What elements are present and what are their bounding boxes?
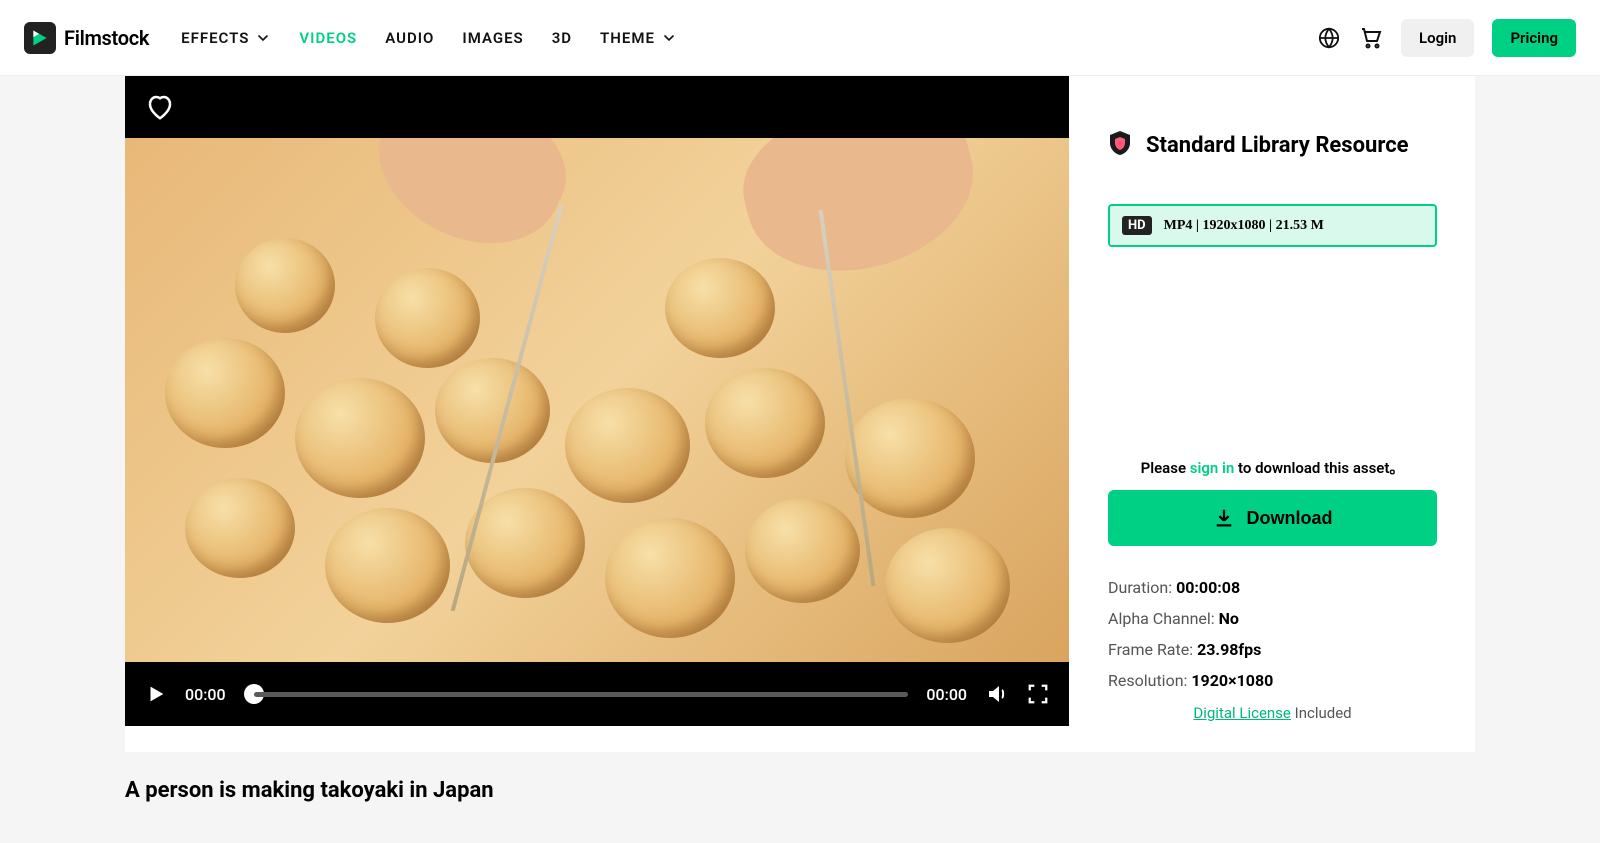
signin-link[interactable]: sign in [1190,459,1235,477]
resource-heading: Standard Library Resource [1108,130,1437,160]
play-button[interactable] [145,683,167,705]
format-option[interactable]: HD MP4 | 1920x1080 | 21.53 M [1108,204,1437,247]
nav-label: IMAGES [462,29,523,47]
meta-label: Duration: [1108,578,1176,597]
license-row: Digital License Included [1108,704,1437,722]
total-time: 00:00 [926,685,967,704]
video-player: 00:00 00:00 [125,76,1069,726]
shield-icon [1108,130,1132,160]
signin-post: to download this asset。 [1234,459,1404,477]
download-icon [1213,507,1235,529]
pricing-label: Pricing [1510,29,1558,47]
chevron-down-icon [661,30,677,46]
meta-list: Duration: 00:00:08 Alpha Channel: No Fra… [1108,578,1437,722]
nav-videos[interactable]: VIDEOS [299,29,357,47]
chevron-down-icon [255,30,271,46]
top-header: Filmstock EFFECTS VIDEOS AUDIO IMAGES 3D… [0,0,1600,76]
meta-alpha: Alpha Channel: No [1108,609,1437,628]
nav-images[interactable]: IMAGES [462,29,523,47]
player-controls: 00:00 00:00 [125,662,1069,726]
nav-label: AUDIO [385,29,434,47]
fullscreen-button[interactable] [1027,683,1049,705]
meta-fps: Frame Rate: 23.98fps [1108,640,1437,659]
format-line: MP4 | 1920x1080 | 21.53 M [1164,218,1324,234]
meta-value: 00:00:08 [1176,578,1240,597]
meta-label: Alpha Channel: [1108,609,1219,628]
meta-value: No [1219,609,1239,628]
player-column: 00:00 00:00 [125,76,1070,752]
progress-track [254,692,909,697]
signin-pre: Please [1141,459,1190,477]
progress-bar[interactable] [244,684,909,704]
meta-label: Resolution: [1108,671,1191,690]
video-frame[interactable] [125,138,1069,662]
meta-label: Frame Rate: [1108,640,1197,659]
favorite-button[interactable] [145,92,175,126]
brand-logo[interactable]: Filmstock [24,22,149,54]
header-actions: Login Pricing [1317,19,1576,57]
resource-title: Standard Library Resource [1146,133,1409,158]
video-title: A person is making takoyaki in Japan [125,752,1475,803]
login-label: Login [1419,29,1456,47]
license-link[interactable]: Digital License [1193,704,1291,722]
nav-theme[interactable]: THEME [600,29,677,47]
info-panel: Standard Library Resource HD MP4 | 1920x… [1070,76,1475,752]
nav-label: VIDEOS [299,29,357,47]
nav-label: 3D [552,29,572,47]
nav-audio[interactable]: AUDIO [385,29,434,47]
meta-value: 23.98fps [1197,640,1261,659]
brand-name: Filmstock [64,26,149,50]
nav-3d[interactable]: 3D [552,29,572,47]
nav-effects[interactable]: EFFECTS [181,29,271,47]
signin-prompt: Please sign in to download this asset。 [1108,457,1437,478]
logo-icon [24,22,56,54]
current-time: 00:00 [185,685,226,704]
main-row: 00:00 00:00 [125,76,1475,752]
main-nav: EFFECTS VIDEOS AUDIO IMAGES 3D THEME [181,29,1317,47]
license-suffix: Included [1291,704,1352,722]
pricing-button[interactable]: Pricing [1492,19,1576,57]
meta-value: 1920×1080 [1191,671,1273,690]
page-content: 00:00 00:00 [125,76,1475,843]
language-icon[interactable] [1317,26,1341,50]
download-button[interactable]: Download [1108,490,1437,546]
cart-icon[interactable] [1359,26,1383,50]
nav-label: THEME [600,29,655,47]
download-label: Download [1247,508,1333,529]
login-button[interactable]: Login [1401,19,1474,57]
quality-badge: HD [1122,216,1152,235]
meta-duration: Duration: 00:00:08 [1108,578,1437,597]
nav-label: EFFECTS [181,29,249,47]
volume-button[interactable] [985,682,1009,706]
meta-resolution: Resolution: 1920×1080 [1108,671,1437,690]
